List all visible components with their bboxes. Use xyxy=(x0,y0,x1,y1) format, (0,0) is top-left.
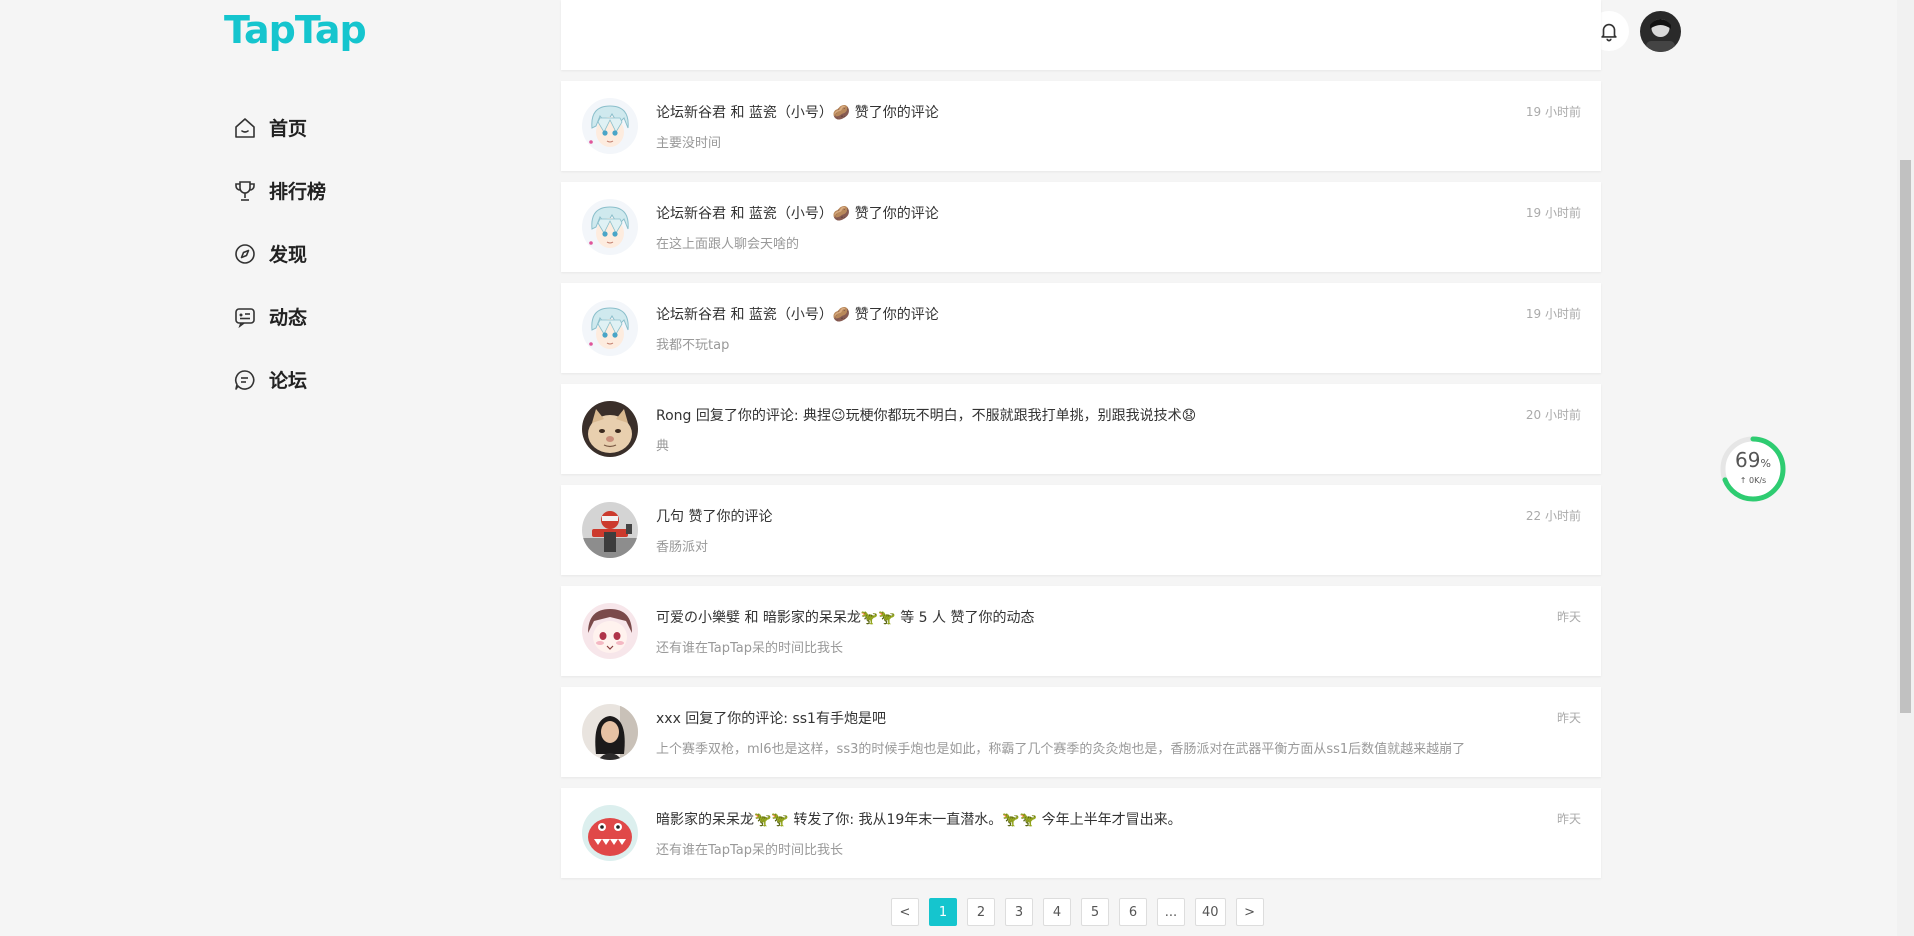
page-scrollbar-thumb[interactable] xyxy=(1900,160,1911,713)
notification-snippet[interactable]: 上个赛季双枪，ml6也是这样，ss3的时候手炮也是如此，称霸了几个赛季的灸灸炮也… xyxy=(656,738,1465,757)
notification-item[interactable]: 暗影家的呆呆龙🦖🦖 转发了你: 我从19年末一直潜水。🦖🦖 今年上半年才冒出来。… xyxy=(561,788,1601,878)
home-icon xyxy=(235,117,255,138)
notification-time: 22 小时前 xyxy=(1525,509,1581,523)
avatar[interactable] xyxy=(582,603,638,659)
anime-avatar-image xyxy=(582,199,638,255)
notification-title: Rong 回复了你的评论: 典捏😉玩梗你都玩不明白，不服就跟我打单挑，别跟我说技… xyxy=(656,408,1197,424)
notification-item[interactable]: xxx 回复了你的评论: ss1有手炮是吧 上个赛季双枪，ml6也是这样，ss3… xyxy=(561,687,1601,777)
notification-time: 昨天 xyxy=(1556,711,1581,725)
figure-avatar-image xyxy=(582,502,638,558)
up-arrow-icon: ↑ xyxy=(1739,476,1747,485)
notification-item[interactable]: 几句 赞了你的评论 香肠派对 22 小时前 xyxy=(561,485,1601,575)
page-button-4[interactable]: 4 xyxy=(1043,898,1071,926)
notification-title: 论坛新谷君 和 蓝瓷（小号）🥔 赞了你的评论 xyxy=(656,105,939,121)
notification-item[interactable]: 论坛新谷君 和 蓝瓷（小号）🥔 赞了你的评论 在这上面跟人聊会天啥的 19 小时… xyxy=(561,182,1601,272)
notification-time: 昨天 xyxy=(1556,610,1581,624)
next-page-button[interactable]: > xyxy=(1235,898,1264,926)
sidebar-item-feed[interactable]: 动态 xyxy=(233,285,326,348)
notification-snippet[interactable]: 典 xyxy=(656,435,669,454)
page-button-6[interactable]: 6 xyxy=(1119,898,1147,926)
user-avatar[interactable] xyxy=(1640,11,1681,52)
avatar-image xyxy=(1640,11,1681,52)
page-ellipsis[interactable]: ... xyxy=(1157,898,1185,926)
sidebar-item-label: 排行榜 xyxy=(269,181,327,203)
page-button-1[interactable]: 1 xyxy=(929,898,957,926)
upload-rate: ↑ 0K/s xyxy=(1720,476,1786,485)
notification-snippet[interactable]: 在这上面跟人聊会天啥的 xyxy=(656,233,799,252)
notification-title: xxx 回复了你的评论: ss1有手炮是吧 xyxy=(656,711,886,727)
taptap-logo[interactable]: TapTap xyxy=(224,8,367,52)
prev-page-button[interactable]: < xyxy=(891,898,919,926)
page-button-3[interactable]: 3 xyxy=(1005,898,1033,926)
sidebar-item-label: 发现 xyxy=(269,244,308,266)
notification-time: 19 小时前 xyxy=(1525,105,1581,119)
avatar[interactable] xyxy=(582,401,638,457)
notification-time: 昨天 xyxy=(1556,812,1581,826)
sidebar-item-home[interactable]: 首页 xyxy=(233,96,326,159)
percent-value: 69 xyxy=(1735,448,1761,472)
speed-percent: 69% xyxy=(1720,448,1786,472)
notification-snippet[interactable]: 还有谁在TapTap呆的时间比我长 xyxy=(656,637,843,656)
notification-title: 暗影家的呆呆龙🦖🦖 转发了你: 我从19年末一直潜水。🦖🦖 今年上半年才冒出来。 xyxy=(656,812,1182,828)
forum-icon xyxy=(234,369,255,390)
avatar[interactable] xyxy=(582,98,638,154)
avatar[interactable] xyxy=(582,502,638,558)
avatar[interactable] xyxy=(582,805,638,861)
notification-item[interactable]: 可爱の小樂嬖 和 暗影家的呆呆龙🦖🦖 等 5 人 赞了你的动态 还有谁在TapT… xyxy=(561,586,1601,676)
sidebar-nav: 首页 排行榜 发现 动态 论坛 xyxy=(233,96,326,411)
rate-value: 0K/s xyxy=(1749,476,1767,485)
notification-title: 可爱の小樂嬖 和 暗影家的呆呆龙🦖🦖 等 5 人 赞了你的动态 xyxy=(656,610,1035,626)
cat-avatar-image xyxy=(582,401,638,457)
sidebar-item-label: 动态 xyxy=(269,307,308,329)
anime-avatar-image xyxy=(582,300,638,356)
notification-time: 20 小时前 xyxy=(1525,408,1581,422)
notification-time: 19 小时前 xyxy=(1525,307,1581,321)
network-speed-widget[interactable]: 69% ↑ 0K/s xyxy=(1720,436,1786,502)
sidebar-item-forum[interactable]: 论坛 xyxy=(233,348,326,411)
sidebar-item-discover[interactable]: 发现 xyxy=(233,222,326,285)
sidebar-item-label: 论坛 xyxy=(269,370,308,392)
feed-icon xyxy=(235,307,255,328)
page-button-2[interactable]: 2 xyxy=(967,898,995,926)
trophy-icon xyxy=(235,180,255,201)
notification-item[interactable]: Rong 回复了你的评论: 典捏😉玩梗你都玩不明白，不服就跟我打单挑，别跟我说技… xyxy=(561,384,1601,474)
sidebar-item-ranking[interactable]: 排行榜 xyxy=(233,159,326,222)
page-button-40[interactable]: 40 xyxy=(1195,898,1226,926)
page-button-5[interactable]: 5 xyxy=(1081,898,1109,926)
avatar[interactable] xyxy=(582,704,638,760)
notification-snippet[interactable]: 主要没时间 xyxy=(656,132,721,151)
sidebar-item-label: 首页 xyxy=(269,118,308,140)
notification-item[interactable]: 论坛新谷君 和 蓝瓷（小号）🥔 赞了你的评论 我都不玩tap 19 小时前 xyxy=(561,283,1601,373)
notification-snippet[interactable]: 我都不玩tap xyxy=(656,334,729,353)
red-monster-avatar-image xyxy=(582,805,638,861)
previous-card-edge xyxy=(561,0,1601,70)
photo-avatar-image xyxy=(582,704,638,760)
percent-unit: % xyxy=(1760,457,1771,470)
notification-title: 论坛新谷君 和 蓝瓷（小号）🥔 赞了你的评论 xyxy=(656,206,939,222)
pagination: < 1 2 3 4 5 6 ... 40 > xyxy=(891,898,1264,926)
notification-snippet[interactable]: 还有谁在TapTap呆的时间比我长 xyxy=(656,839,843,858)
anime-avatar-image xyxy=(582,98,638,154)
avatar[interactable] xyxy=(582,300,638,356)
notification-title: 几句 赞了你的评论 xyxy=(656,509,773,525)
notification-time: 19 小时前 xyxy=(1525,206,1581,220)
notification-title: 论坛新谷君 和 蓝瓷（小号）🥔 赞了你的评论 xyxy=(656,307,939,323)
notification-item[interactable]: 论坛新谷君 和 蓝瓷（小号）🥔 赞了你的评论 主要没时间 19 小时前 xyxy=(561,81,1601,171)
bell-icon xyxy=(1601,23,1617,42)
avatar[interactable] xyxy=(582,199,638,255)
discover-icon xyxy=(235,243,255,264)
cartoon-avatar-image xyxy=(582,603,638,659)
notification-snippet[interactable]: 香肠派对 xyxy=(656,536,708,555)
